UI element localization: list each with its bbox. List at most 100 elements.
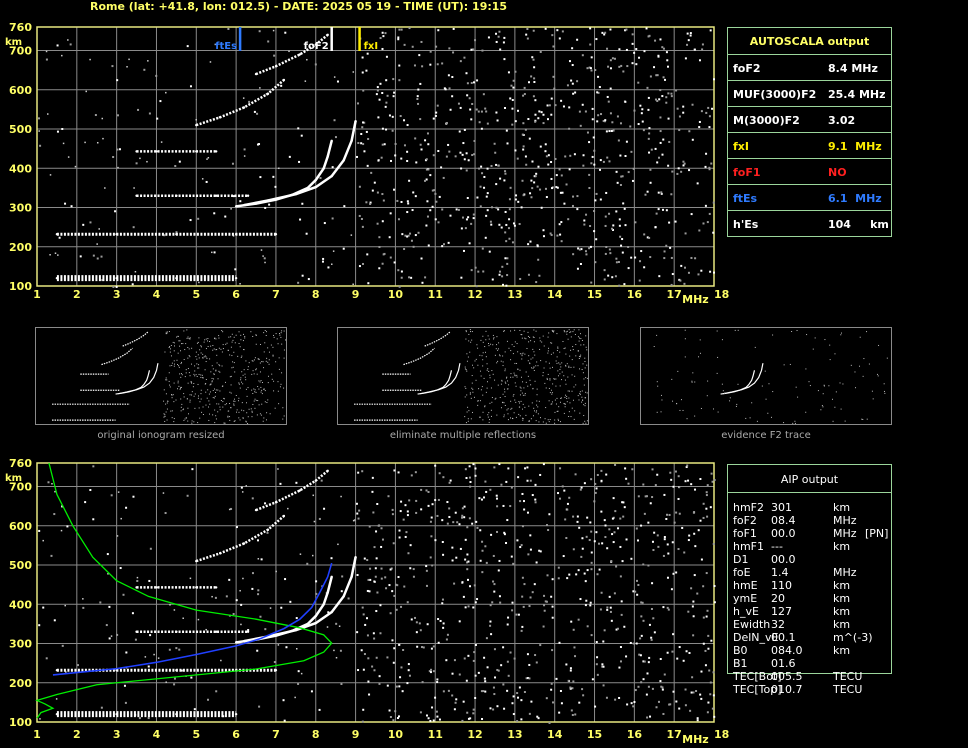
noise-dot: [388, 584, 391, 587]
noise-dot: [689, 34, 692, 37]
noise-dot: [419, 82, 422, 85]
noise-dot: [417, 102, 420, 105]
aip-title: AIP output: [780, 473, 839, 486]
noise-dot: [710, 639, 713, 642]
noise-dot: [465, 72, 468, 75]
noise-dot: [610, 619, 613, 622]
noise-dot: [299, 553, 302, 555]
noise-dot: [559, 689, 562, 692]
noise-dot: [539, 550, 542, 553]
x-tick-label: 2: [73, 728, 81, 741]
noise-dot: [583, 219, 586, 222]
noise-dot: [507, 467, 510, 470]
noise-dot: [392, 95, 395, 98]
noise-dot: [590, 561, 593, 564]
noise-dot: [529, 596, 532, 599]
noise-dot: [640, 524, 643, 527]
noise-dot: [53, 619, 56, 622]
noise-dot: [611, 121, 614, 124]
noise-dot: [611, 276, 614, 279]
noise-dot: [361, 56, 364, 59]
noise-dot: [649, 75, 652, 78]
noise-dot: [527, 243, 530, 246]
x-tick-label: 8: [312, 728, 320, 741]
noise-dot: [542, 113, 545, 116]
noise-dot: [630, 256, 633, 259]
noise-dot: [619, 122, 622, 125]
noise-dot: [654, 484, 657, 487]
noise-dot: [398, 64, 401, 67]
noise-dot: [419, 143, 422, 146]
noise-dot: [347, 597, 350, 600]
noise-dot: [570, 79, 573, 82]
noise-dot: [648, 236, 651, 239]
noise-dot: [82, 223, 85, 226]
noise-dot: [643, 233, 646, 236]
noise-dot: [414, 137, 417, 140]
noise-dot: [395, 685, 398, 688]
noise-dot: [595, 663, 598, 666]
noise-dot: [548, 104, 551, 107]
noise-dot: [215, 690, 218, 693]
noise-dot: [535, 661, 538, 664]
echo-trace-point: [314, 185, 317, 189]
noise-dot: [524, 128, 527, 131]
noise-dot: [385, 128, 388, 131]
noise-dot: [110, 635, 113, 637]
noise-dot: [469, 481, 472, 484]
noise-dot: [616, 181, 619, 184]
noise-dot: [560, 240, 563, 243]
noise-dot: [582, 164, 585, 167]
noise-dot: [394, 710, 397, 713]
noise-dot: [573, 153, 576, 156]
noise-dot: [696, 717, 699, 720]
aip-value: 110: [771, 579, 792, 592]
echo-copy-trace-point: [55, 669, 59, 672]
noise-dot: [693, 48, 696, 51]
aip-param: hmE: [733, 579, 758, 592]
autoscala-label: fxI: [733, 140, 749, 153]
noise-dot: [670, 478, 673, 481]
noise-dot: [191, 468, 194, 471]
noise-dot: [530, 700, 533, 703]
noise-dot: [523, 583, 526, 586]
noise-dot: [487, 36, 490, 39]
noise-dot: [400, 28, 403, 31]
noise-dot: [137, 108, 140, 111]
noise-dot: [666, 513, 669, 516]
noise-dot: [622, 70, 625, 73]
y-tick-label: 760: [9, 457, 32, 470]
echo-copy-trace-point: [175, 669, 178, 672]
noise-dot: [462, 142, 465, 145]
noise-dot: [709, 29, 712, 32]
echo-trace-point: [234, 233, 238, 236]
noise-dot: [528, 663, 531, 666]
noise-dot: [697, 273, 700, 276]
noise-dot: [656, 473, 659, 476]
noise-dot: [411, 45, 414, 48]
noise-dot: [495, 40, 498, 43]
noise-dot: [539, 473, 542, 476]
noise-dot: [688, 169, 691, 172]
noise-dot: [559, 191, 562, 194]
noise-dot: [551, 187, 554, 190]
noise-dot: [381, 127, 384, 130]
noise-dot: [486, 167, 489, 170]
noise-dot: [470, 81, 473, 84]
noise-dot: [477, 270, 480, 273]
noise-dot: [398, 79, 401, 82]
noise-dot: [627, 245, 630, 248]
noise-dot: [534, 175, 537, 178]
echo-copy-trace-point: [350, 575, 353, 579]
noise-dot: [373, 546, 376, 549]
noise-dot: [228, 508, 231, 511]
noise-dot: [427, 244, 430, 247]
noise-dot: [131, 283, 134, 286]
noise-dot: [459, 547, 462, 550]
y-tick-label: 600: [9, 84, 32, 97]
noise-dot: [368, 525, 371, 528]
noise-dot: [38, 529, 41, 532]
noise-dot: [702, 585, 705, 588]
noise-dot: [516, 720, 519, 723]
noise-dot: [504, 172, 507, 175]
